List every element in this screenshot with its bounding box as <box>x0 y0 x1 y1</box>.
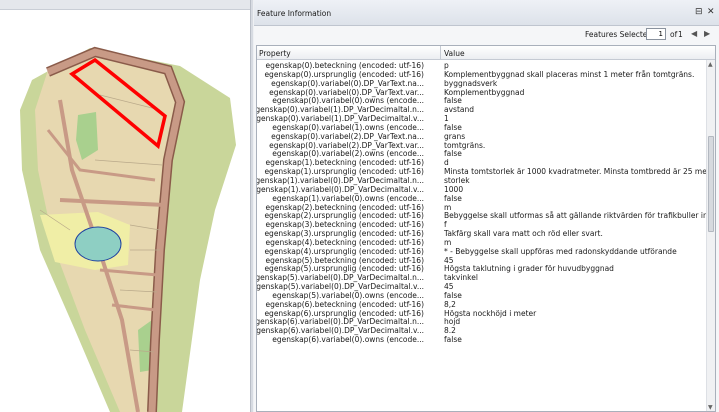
panel-titlebar: Feature Information ⊟ ✕ <box>254 0 719 26</box>
total-features-label: 1 <box>678 30 683 39</box>
value-cell: Minsta tomtstorlek är 1000 kvadratmeter.… <box>444 167 716 177</box>
grid-rows: egenskap(0).beteckning (encoded: utf-16)… <box>257 61 715 345</box>
scrollbar-thumb[interactable] <box>708 136 714 232</box>
value-cell: false <box>444 335 462 345</box>
chevron-right-icon[interactable]: ▶ <box>704 29 710 38</box>
pin-icon[interactable]: ⊟ <box>695 8 703 17</box>
map-view[interactable] <box>0 0 250 412</box>
chevron-left-icon[interactable]: ◀ <box>691 29 697 38</box>
scroll-down-icon[interactable]: ▼ <box>708 404 713 411</box>
column-separator[interactable] <box>440 46 441 60</box>
water-pond <box>74 226 122 262</box>
selection-bar: Features Selected: of 1 ◀ ▶ <box>254 26 719 43</box>
of-label: of <box>670 30 678 39</box>
column-header-value[interactable]: Value <box>444 49 465 58</box>
map-canvas[interactable] <box>0 0 250 412</box>
column-header-property[interactable]: Property <box>259 49 291 58</box>
property-cell: egenskap(6).variabel(0).owns (encode... <box>272 335 424 345</box>
current-feature-input[interactable] <box>646 28 666 40</box>
feature-information-panel: Feature Information ⊟ ✕ Features Selecte… <box>254 0 719 412</box>
grid-header: Property Value <box>257 46 715 60</box>
scroll-up-icon[interactable]: ▲ <box>708 61 713 68</box>
table-row[interactable]: egenskap(6).variabel(0).owns (encode... f… <box>257 335 706 345</box>
features-selected-label: Features Selected: <box>585 30 655 39</box>
panel-title: Feature Information <box>257 9 332 18</box>
vertical-scrollbar[interactable]: ▲ ▼ <box>706 60 715 411</box>
close-icon[interactable]: ✕ <box>707 8 715 17</box>
value-cell: Bebyggelse skall utformas så att gälland… <box>444 211 715 221</box>
value-cell: * - Bebyggelse skall uppföras med radons… <box>444 246 677 256</box>
value-cell: Takfärg skall vara matt och röd eller sv… <box>444 229 603 239</box>
property-grid: Property Value egenskap(0).beteckning (e… <box>256 45 716 412</box>
